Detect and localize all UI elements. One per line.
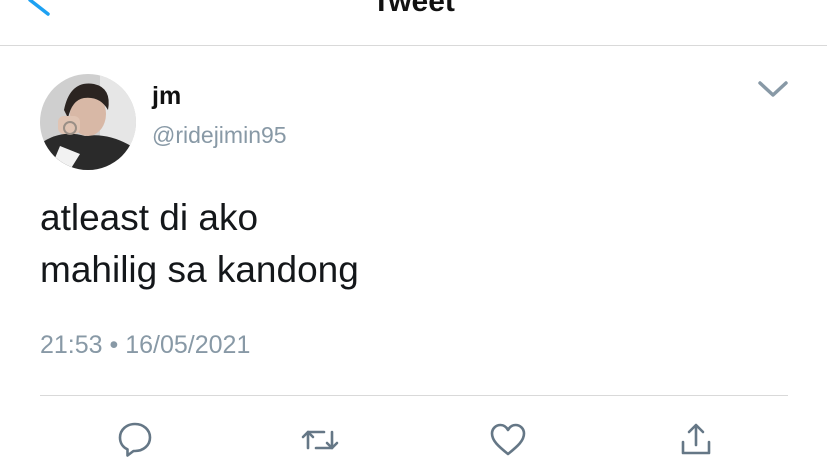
like-button[interactable]	[488, 420, 528, 460]
tweet-date: 16/05/2021	[125, 331, 251, 359]
chevron-down-icon[interactable]	[757, 78, 789, 102]
meta-separator: •	[109, 331, 119, 359]
tweet-text: atleast di ako mahilig sa kandong	[40, 192, 359, 296]
display-name[interactable]: jm	[152, 80, 181, 112]
reply-button[interactable]	[115, 420, 155, 460]
avatar[interactable]	[40, 74, 136, 170]
tweet-text-line: mahilig sa kandong	[40, 249, 359, 290]
retweet-button[interactable]	[300, 420, 340, 460]
reply-icon	[118, 422, 152, 457]
retweet-icon	[301, 430, 339, 450]
tweet-time: 21:53	[40, 331, 103, 359]
like-icon	[490, 423, 526, 456]
share-button[interactable]	[676, 420, 716, 460]
profile-photo	[40, 74, 136, 170]
tweet-text-line: atleast di ako	[40, 197, 259, 238]
tweet-timestamp: 21:53 • 16/05/2021	[40, 329, 250, 361]
username-handle[interactable]: @ridejimin95	[152, 120, 287, 150]
top-navigation-bar: Tweet	[0, 0, 827, 46]
share-icon	[681, 423, 711, 455]
divider	[40, 395, 788, 396]
page-title: Tweet	[372, 0, 455, 18]
